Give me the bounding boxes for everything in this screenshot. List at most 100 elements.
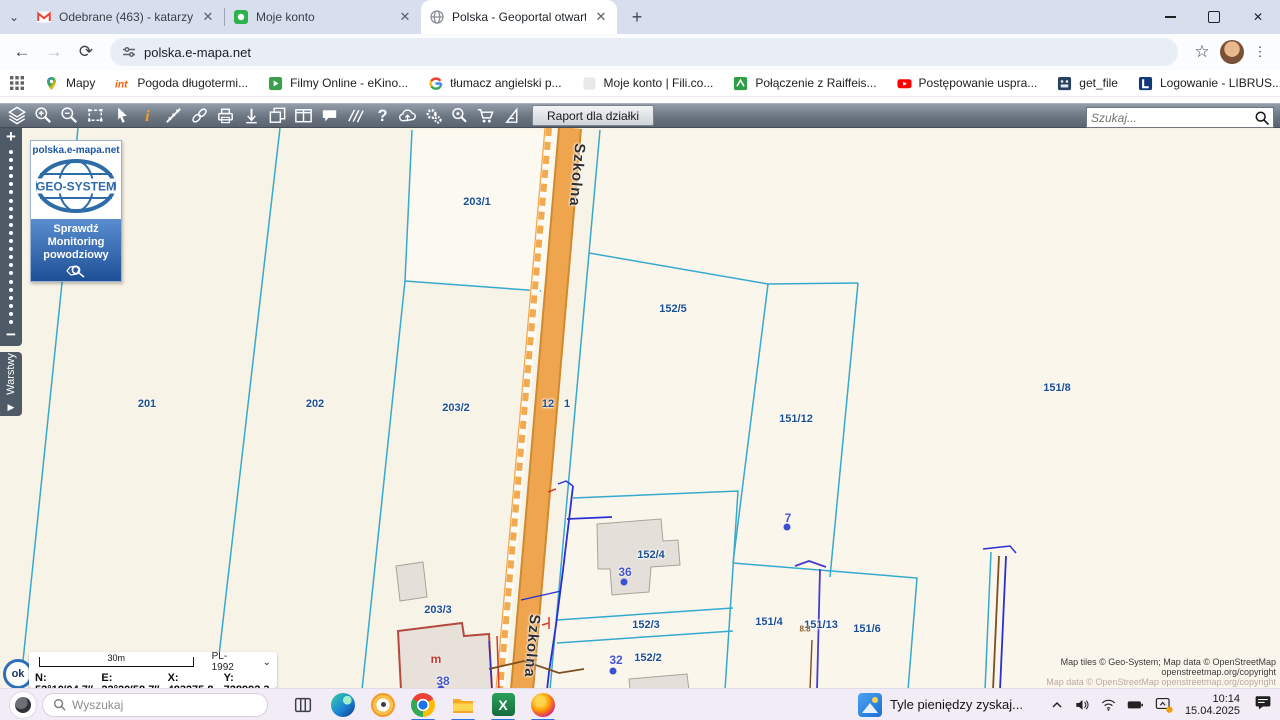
crs-chevron-down-icon[interactable]: ⌄ bbox=[263, 657, 271, 668]
print-tool-icon[interactable] bbox=[212, 104, 238, 127]
bookmark-1[interactable]: Mapy bbox=[44, 76, 95, 91]
hatch-tool-icon[interactable] bbox=[342, 104, 368, 127]
search-icon[interactable] bbox=[1254, 110, 1270, 126]
bookmark-2[interactable]: intPogoda długotermi... bbox=[115, 76, 248, 91]
zoom-step-dot[interactable] bbox=[9, 288, 13, 292]
zoom-step-dot[interactable] bbox=[9, 199, 13, 203]
screen-share-icon[interactable] bbox=[1154, 695, 1173, 714]
minimize-button[interactable] bbox=[1148, 0, 1192, 34]
map-canvas[interactable]: 203/1152/5201202203/2121151/12151/8152/4… bbox=[0, 128, 1280, 688]
taskbar-firefox-icon[interactable] bbox=[530, 692, 556, 718]
zoom-step-dot[interactable] bbox=[9, 207, 13, 211]
taskbar-orange-app-icon[interactable] bbox=[370, 692, 396, 718]
zoom-step-dot[interactable] bbox=[9, 296, 13, 300]
task-view-button[interactable] bbox=[290, 692, 316, 718]
wifi-icon[interactable] bbox=[1100, 696, 1117, 713]
start-button[interactable] bbox=[10, 692, 36, 718]
profile-avatar[interactable] bbox=[1220, 40, 1244, 64]
zoom-step-dot[interactable] bbox=[9, 280, 13, 284]
marker-download-tool-icon[interactable] bbox=[238, 104, 264, 127]
apps-grid-icon[interactable] bbox=[10, 73, 24, 93]
flood-monitoring-banner[interactable]: Sprawdź Monitoring powodziowy bbox=[31, 219, 121, 281]
zoom-step-dot[interactable] bbox=[9, 190, 13, 194]
taskbar-chrome-icon[interactable] bbox=[410, 692, 436, 718]
zoom-step-dot[interactable] bbox=[9, 158, 13, 162]
tab-close-icon[interactable]: ✕ bbox=[397, 9, 413, 25]
zoom-step-dot[interactable] bbox=[9, 166, 13, 170]
address-bar[interactable]: polska.e-mapa.net bbox=[110, 38, 1178, 66]
cart-tool-icon[interactable] bbox=[472, 104, 498, 127]
taskbar-search[interactable]: Wyszukaj bbox=[42, 693, 268, 717]
tab-close-icon[interactable]: ✕ bbox=[200, 9, 216, 25]
zoom-steps[interactable] bbox=[9, 148, 13, 326]
tab-search-chevron-icon[interactable]: ⌄ bbox=[0, 0, 28, 34]
zoom-step-dot[interactable] bbox=[9, 312, 13, 316]
zoom-step-dot[interactable] bbox=[9, 271, 13, 275]
notification-center-button[interactable] bbox=[1254, 693, 1272, 716]
info-tool-icon[interactable]: i bbox=[134, 104, 160, 127]
attribution-link[interactable]: openstreetmap.org/copyright bbox=[1046, 667, 1276, 677]
close-button[interactable]: ✕ bbox=[1236, 0, 1280, 34]
copy-view-tool-icon[interactable] bbox=[264, 104, 290, 127]
browser-menu-icon[interactable]: ⋮ bbox=[1248, 40, 1272, 64]
battery-icon[interactable] bbox=[1126, 696, 1145, 713]
browser-tab-2[interactable]: Moje konto✕ bbox=[225, 0, 421, 34]
layers-panel-tab[interactable]: Warstwy ▶ bbox=[0, 352, 22, 416]
zoom-in-button[interactable]: + bbox=[6, 128, 16, 148]
layers-tool-icon[interactable] bbox=[4, 104, 30, 127]
zoom-step-dot[interactable] bbox=[9, 255, 13, 259]
browser-tab-3[interactable]: Polska - Geoportal otwartych d✕ bbox=[421, 0, 617, 34]
zoom-step-dot[interactable] bbox=[9, 231, 13, 235]
link-tool-icon[interactable] bbox=[186, 104, 212, 127]
bookmark-3[interactable]: Filmy Online - eKino... bbox=[268, 76, 408, 91]
bookmark-7[interactable]: Postępowanie uspra... bbox=[897, 76, 1038, 91]
zoom-out-tool-icon[interactable] bbox=[56, 104, 82, 127]
taskbar-edge-icon[interactable] bbox=[330, 692, 356, 718]
hidden-icons-chevron[interactable] bbox=[1049, 697, 1065, 713]
report-dla-dzialki-button[interactable]: Raport dla działki bbox=[532, 105, 654, 126]
zoom-step-dot[interactable] bbox=[9, 215, 13, 219]
zoom-step-dot[interactable] bbox=[9, 223, 13, 227]
geosystem-logo-panel[interactable]: polska.e-mapa.net GEO-SYSTEM Sprawdź Mon… bbox=[30, 140, 122, 282]
sail-tool-icon[interactable] bbox=[498, 104, 524, 127]
back-button[interactable]: ← bbox=[8, 38, 36, 66]
zoom-out-button[interactable]: − bbox=[6, 326, 16, 346]
pointer-tool-icon[interactable] bbox=[108, 104, 134, 127]
cloud-tool-icon[interactable] bbox=[394, 104, 420, 127]
zoom-in-tool-icon[interactable] bbox=[30, 104, 56, 127]
split-view-tool-icon[interactable] bbox=[290, 104, 316, 127]
select-area-tool-icon[interactable] bbox=[82, 104, 108, 127]
volume-icon[interactable] bbox=[1074, 696, 1091, 713]
bookmark-6[interactable]: Połączenie z Raiffeis... bbox=[733, 76, 876, 91]
zoom-step-dot[interactable] bbox=[9, 304, 13, 308]
zoom-step-dot[interactable] bbox=[9, 150, 13, 154]
bookmark-9[interactable]: Logowanie - LIBRUS... bbox=[1138, 76, 1280, 91]
maximize-button[interactable] bbox=[1192, 0, 1236, 34]
taskbar-clock[interactable]: 10:14 15.04.2025 bbox=[1185, 693, 1240, 717]
zoom-step-dot[interactable] bbox=[9, 239, 13, 243]
browser-tab-1[interactable]: Odebrane (463) - katarzynakuc✕ bbox=[28, 0, 224, 34]
zoom-step-dot[interactable] bbox=[9, 247, 13, 251]
zoom-step-dot[interactable] bbox=[9, 174, 13, 178]
settings-tool-icon[interactable] bbox=[420, 104, 446, 127]
bookmark-8[interactable]: get_file bbox=[1057, 76, 1118, 91]
reload-button[interactable]: ⟳ bbox=[72, 38, 100, 66]
help-tool-icon[interactable]: ? bbox=[368, 104, 394, 127]
taskbar-widget[interactable]: Tyle pieniędzy zyskaj... bbox=[858, 693, 1023, 717]
crs-selector[interactable]: PL-1992 bbox=[212, 651, 249, 673]
bookmark-5[interactable]: Moje konto | Fili.co... bbox=[582, 76, 714, 91]
new-tab-button[interactable]: + bbox=[623, 3, 651, 31]
measure-tool-icon[interactable] bbox=[160, 104, 186, 127]
zoom-step-dot[interactable] bbox=[9, 320, 13, 324]
site-settings-icon[interactable] bbox=[122, 45, 136, 59]
preview-tool-icon[interactable] bbox=[446, 104, 472, 127]
tab-close-icon[interactable]: ✕ bbox=[593, 9, 609, 25]
map-search-input[interactable] bbox=[1087, 111, 1254, 125]
bookmark-star-icon[interactable]: ☆ bbox=[1188, 38, 1216, 66]
zoom-step-dot[interactable] bbox=[9, 182, 13, 186]
balloon-tool-icon[interactable] bbox=[316, 104, 342, 127]
taskbar-explorer-icon[interactable] bbox=[450, 692, 476, 718]
zoom-step-dot[interactable] bbox=[9, 263, 13, 267]
forward-button[interactable]: → bbox=[40, 38, 68, 66]
bookmark-4[interactable]: tłumacz angielski p... bbox=[428, 76, 561, 91]
